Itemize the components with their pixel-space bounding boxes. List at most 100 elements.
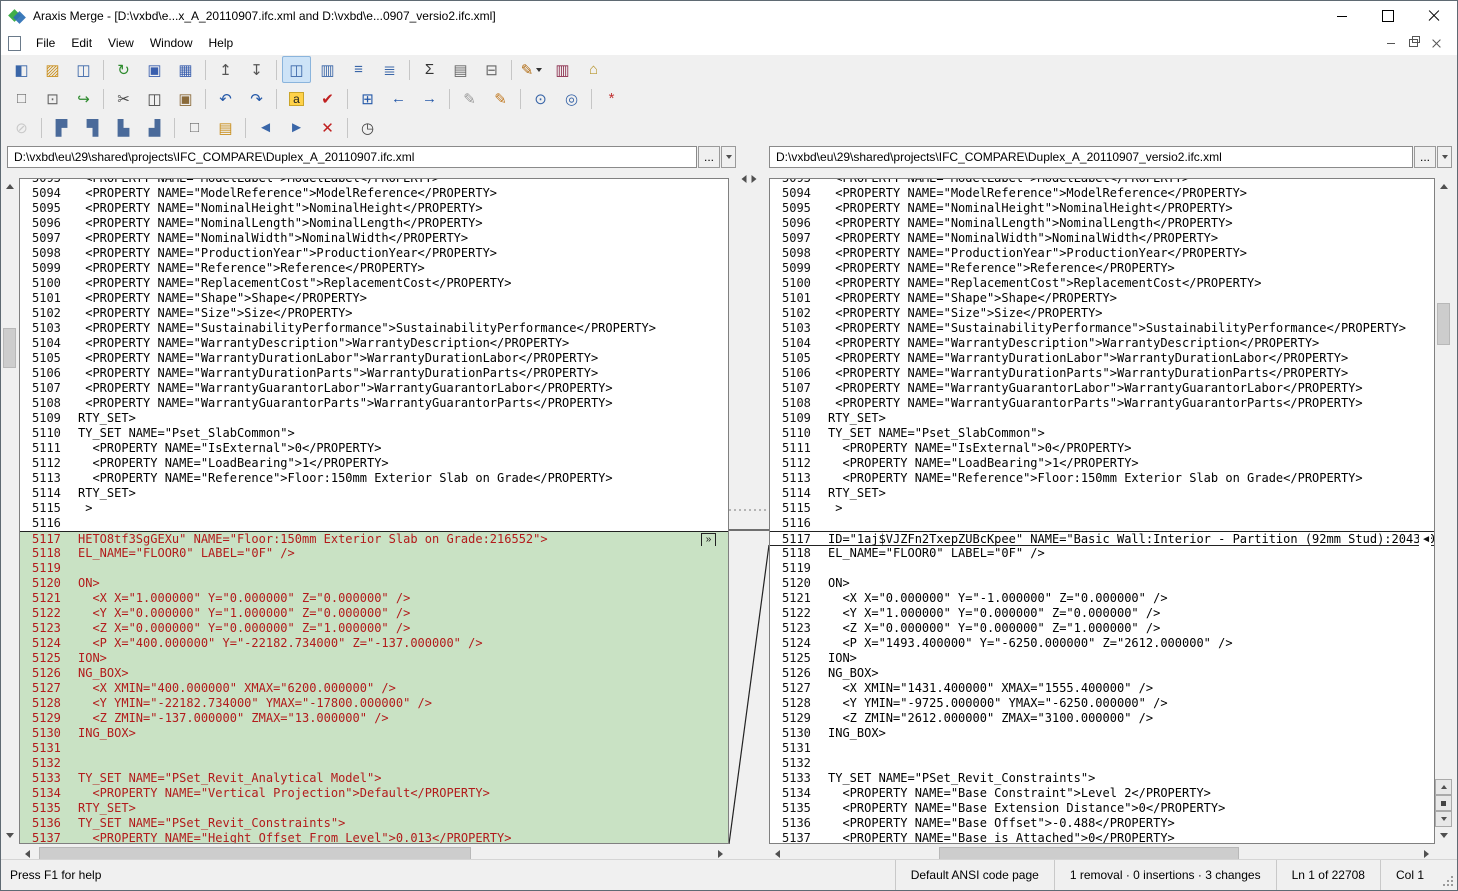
code-line[interactable]: 5123 <Z X="0.000000" Y="0.000000" Z="1.0…	[20, 621, 728, 636]
left-browse-button[interactable]: ...	[698, 146, 720, 168]
code-line[interactable]: 5101 <PROPERTY NAME="Shape">Shape</PROPE…	[770, 291, 1434, 306]
maximize-button[interactable]	[1365, 1, 1411, 31]
code-line[interactable]: 5127 <X XMIN="400.000000" XMAX="6200.000…	[20, 681, 728, 696]
code-line[interactable]: 5120ON>	[770, 576, 1434, 591]
code-line[interactable]: 5119	[20, 561, 728, 576]
code-line[interactable]: 5102 <PROPERTY NAME="Size">Size</PROPERT…	[770, 306, 1434, 321]
code-line[interactable]: 5105 <PROPERTY NAME="WarrantyDurationLab…	[20, 351, 728, 366]
remove-difference-button[interactable]: ✕	[313, 114, 342, 141]
cancel-operation-button[interactable]: ⊘	[7, 114, 36, 141]
first-difference-button[interactable]: ▛	[47, 114, 76, 141]
case-sensitivity-button[interactable]: a	[282, 85, 311, 112]
reload-document-button[interactable]: ⊡	[38, 85, 67, 112]
print-button[interactable]: ⊟	[477, 56, 506, 83]
code-line[interactable]: 5093 <PROPERTY NAME="ModelLabel">ModelLa…	[20, 178, 728, 186]
resize-grip[interactable]	[1439, 860, 1457, 890]
code-line[interactable]: 5117ID="1aj$VJZFn2TxepZUBcKpee" NAME="Ba…	[770, 531, 1434, 546]
copy-all-left-button[interactable]: ◄	[251, 114, 280, 141]
code-line[interactable]: 5099 <PROPERTY NAME="Reference">Referenc…	[20, 261, 728, 276]
code-line[interactable]: 5128 <Y YMIN="-9725.000000" YMAX="-6250.…	[770, 696, 1434, 711]
code-line[interactable]: 5112 <PROPERTY NAME="LoadBearing">1</PRO…	[770, 456, 1434, 471]
code-line[interactable]: 5116	[770, 516, 1434, 531]
code-line[interactable]: 5111 <PROPERTY NAME="IsExternal">0</PROP…	[20, 441, 728, 456]
copy-button[interactable]: ◫	[140, 85, 169, 112]
change-pointer-icon[interactable]: ◄	[1419, 533, 1431, 546]
code-line[interactable]: 5126NG_BOX>	[20, 666, 728, 681]
code-line[interactable]: 5137 <PROPERTY NAME="Base_is_Attached">0…	[770, 831, 1434, 844]
code-line[interactable]: 5115 >	[20, 501, 728, 516]
scroll-up-button[interactable]	[1435, 178, 1452, 195]
code-line[interactable]: 5115 >	[770, 501, 1434, 516]
mdi-close-button[interactable]	[1426, 34, 1447, 52]
scroll-up-button[interactable]	[1, 178, 18, 195]
code-line[interactable]: 5134 <PROPERTY NAME="Vertical Projection…	[20, 786, 728, 801]
right-path-dropdown-button[interactable]	[1437, 146, 1452, 168]
code-line[interactable]: 5124 <P X="400.000000" Y="-22182.734000"…	[20, 636, 728, 651]
current-change-button[interactable]	[1435, 795, 1452, 811]
copy-change-right-button[interactable]: →	[415, 85, 444, 112]
code-line[interactable]: 5127 <X XMIN="1431.400000" XMAX="1555.40…	[770, 681, 1434, 696]
previous-bookmark-button[interactable]: ⊙	[526, 85, 555, 112]
document-icon[interactable]	[8, 36, 21, 51]
previous-change-button[interactable]	[1435, 779, 1452, 795]
code-line[interactable]: 5100 <PROPERTY NAME="ReplacementCost">Re…	[770, 276, 1434, 291]
right-vertical-scrollbar[interactable]	[1435, 178, 1452, 844]
menu-view[interactable]: View	[100, 31, 142, 55]
text-layout-button[interactable]: ≡	[344, 56, 373, 83]
menu-edit[interactable]: Edit	[63, 31, 100, 55]
code-line[interactable]: 5097 <PROPERTY NAME="NominalWidth">Nomin…	[770, 231, 1434, 246]
scroll-down-button[interactable]	[1435, 827, 1452, 844]
code-line[interactable]: 5122 <Y X="1.000000" Y="0.000000" Z="0.0…	[770, 606, 1434, 621]
save-button[interactable]: ▣	[140, 56, 169, 83]
code-line[interactable]: 5100 <PROPERTY NAME="ReplacementCost">Re…	[20, 276, 728, 291]
code-line[interactable]: 5097 <PROPERTY NAME="NominalWidth">Nomin…	[20, 231, 728, 246]
change-marker-icon[interactable]: »	[701, 533, 716, 547]
minimize-button[interactable]	[1319, 1, 1365, 31]
code-line[interactable]: 5106 <PROPERTY NAME="WarrantyDurationPar…	[20, 366, 728, 381]
code-line[interactable]: 5137 <PROPERTY NAME="Height Offset From …	[20, 831, 728, 844]
code-line[interactable]: 5117HETO8tf3SgGEXu" NAME="Floor:150mm Ex…	[20, 531, 728, 546]
code-line[interactable]: 5094 <PROPERTY NAME="ModelReference">Mod…	[770, 186, 1434, 201]
view-document-button[interactable]: □	[180, 114, 209, 141]
left-scrollbar-thumb[interactable]	[3, 328, 16, 368]
code-line[interactable]: 5122 <Y X="0.000000" Y="1.000000" Z="0.0…	[20, 606, 728, 621]
code-line[interactable]: 5105 <PROPERTY NAME="WarrantyDurationLab…	[770, 351, 1434, 366]
file-history-button[interactable]: ◷	[353, 114, 382, 141]
undo-button[interactable]: ↶	[211, 85, 240, 112]
code-line[interactable]: 5126NG_BOX>	[770, 666, 1434, 681]
code-line[interactable]: 5121 <X X="0.000000" Y="-1.000000" Z="0.…	[770, 591, 1434, 606]
code-line[interactable]: 5113 <PROPERTY NAME="Reference">Floor:15…	[20, 471, 728, 486]
code-line[interactable]: 5110TY_SET NAME="Pset_SlabCommon">	[770, 426, 1434, 441]
code-line[interactable]: 5124 <P X="1493.400000" Y="-6250.000000"…	[770, 636, 1434, 651]
auto-advance-button[interactable]: *	[597, 85, 626, 112]
code-line[interactable]: 5111 <PROPERTY NAME="IsExternal">0</PROP…	[770, 441, 1434, 456]
new-comparison-button[interactable]: ◫	[69, 56, 98, 83]
code-line[interactable]: 5108 <PROPERTY NAME="WarrantyGuarantorPa…	[770, 396, 1434, 411]
code-line[interactable]: 5102 <PROPERTY NAME="Size">Size</PROPERT…	[20, 306, 728, 321]
code-line[interactable]: 5130ING_BOX>	[770, 726, 1434, 741]
code-line[interactable]: 5128 <Y YMIN="-22182.734000" YMAX="-1780…	[20, 696, 728, 711]
import-report-button[interactable]: ↧	[242, 56, 271, 83]
code-line[interactable]: 5131	[20, 741, 728, 756]
code-line[interactable]: 5101 <PROPERTY NAME="Shape">Shape</PROPE…	[20, 291, 728, 306]
paste-button[interactable]: ▣	[171, 85, 200, 112]
code-line[interactable]: 5106 <PROPERTY NAME="WarrantyDurationPar…	[770, 366, 1434, 381]
code-line[interactable]: 5135RTY_SET>	[20, 801, 728, 816]
code-line[interactable]: 5132	[770, 756, 1434, 771]
code-line[interactable]: 5130ING_BOX>	[20, 726, 728, 741]
code-line[interactable]: 5107 <PROPERTY NAME="WarrantyGuarantorLa…	[770, 381, 1434, 396]
folder-comparison-button[interactable]: ▨	[38, 56, 67, 83]
code-line[interactable]: 5107 <PROPERTY NAME="WarrantyGuarantorLa…	[20, 381, 728, 396]
cut-button[interactable]: ✂	[109, 85, 138, 112]
scroll-down-button[interactable]	[1, 827, 18, 844]
save-all-button[interactable]: ▦	[171, 56, 200, 83]
code-line[interactable]: 5103 <PROPERTY NAME="SustainabilityPerfo…	[20, 321, 728, 336]
export-report-button[interactable]: ↥	[211, 56, 240, 83]
code-line[interactable]: 5129 <Z ZMIN="2612.000000" ZMAX="3100.00…	[770, 711, 1434, 726]
wrapped-text-layout-button[interactable]: ≣	[375, 56, 404, 83]
code-line[interactable]: 5113 <PROPERTY NAME="Reference">Floor:15…	[770, 471, 1434, 486]
code-line[interactable]: 5121 <X X="1.000000" Y="0.000000" Z="0.0…	[20, 591, 728, 606]
code-line[interactable]: 5134 <PROPERTY NAME="Base Constraint">Le…	[770, 786, 1434, 801]
code-line[interactable]: 5109RTY_SET>	[770, 411, 1434, 426]
code-line[interactable]: 5133TY_SET NAME="PSet_Revit_Analytical M…	[20, 771, 728, 786]
